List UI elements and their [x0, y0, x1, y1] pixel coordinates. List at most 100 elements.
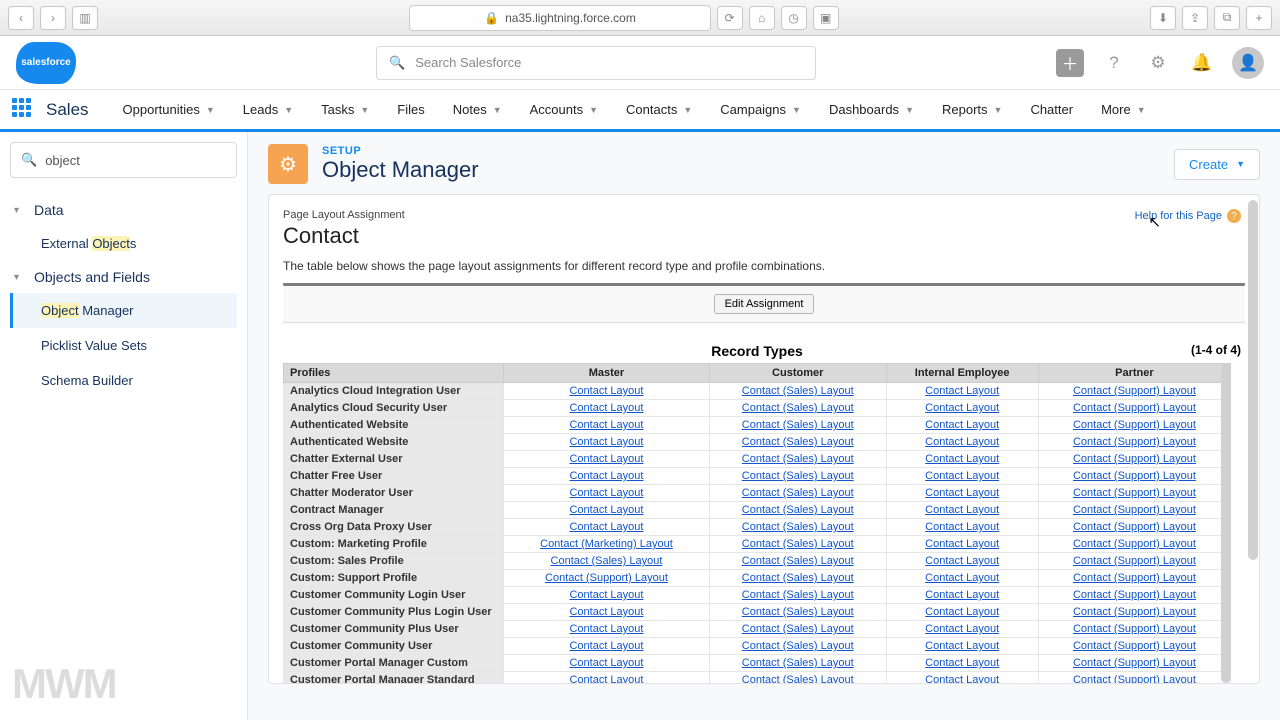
- sidebar-item-schema-builder[interactable]: Schema Builder: [10, 363, 237, 398]
- layout-link[interactable]: Contact (Support) Layout: [1073, 504, 1196, 516]
- edit-assignment-button[interactable]: Edit Assignment: [714, 294, 815, 314]
- back-button[interactable]: ‹: [8, 6, 34, 30]
- layout-link[interactable]: Contact Layout: [569, 623, 643, 635]
- layout-link[interactable]: Contact (Support) Layout: [1073, 385, 1196, 397]
- inner-scrollbar[interactable]: [1221, 363, 1231, 683]
- layout-link[interactable]: Contact (Sales) Layout: [551, 555, 663, 567]
- layout-link[interactable]: Contact Layout: [925, 589, 999, 601]
- layout-link[interactable]: Contact Layout: [569, 504, 643, 516]
- layout-link[interactable]: Contact Layout: [569, 419, 643, 431]
- share-icon[interactable]: ⇪: [1182, 6, 1208, 30]
- layout-link[interactable]: Contact Layout: [925, 419, 999, 431]
- help-for-page-link[interactable]: Help for this Page ?: [1135, 209, 1241, 223]
- layout-link[interactable]: Contact Layout: [569, 657, 643, 669]
- layout-link[interactable]: Contact (Sales) Layout: [742, 640, 854, 652]
- layout-link[interactable]: Contact (Sales) Layout: [742, 674, 854, 683]
- layout-link[interactable]: Contact (Marketing) Layout: [540, 538, 673, 550]
- layout-link[interactable]: Contact Layout: [925, 521, 999, 533]
- nav-item-leads[interactable]: Leads▼: [229, 89, 307, 131]
- layout-link[interactable]: Contact Layout: [925, 453, 999, 465]
- nav-item-tasks[interactable]: Tasks▼: [307, 89, 383, 131]
- sidebar-group-objects-and-fields[interactable]: ▾Objects and Fields: [10, 261, 237, 293]
- layout-link[interactable]: Contact (Sales) Layout: [742, 521, 854, 533]
- layout-link[interactable]: Contact (Support) Layout: [1073, 436, 1196, 448]
- sidebar-item-object-manager[interactable]: Object Manager: [10, 293, 237, 328]
- layout-link[interactable]: Contact Layout: [925, 504, 999, 516]
- layout-link[interactable]: Contact (Support) Layout: [1073, 572, 1196, 584]
- nav-item-chatter[interactable]: Chatter: [1016, 89, 1087, 131]
- layout-link[interactable]: Contact (Support) Layout: [545, 572, 668, 584]
- layout-link[interactable]: Contact (Sales) Layout: [742, 504, 854, 516]
- layout-link[interactable]: Contact Layout: [925, 538, 999, 550]
- layout-link[interactable]: Contact (Sales) Layout: [742, 487, 854, 499]
- layout-link[interactable]: Contact Layout: [569, 385, 643, 397]
- layout-link[interactable]: Contact (Sales) Layout: [742, 589, 854, 601]
- layout-link[interactable]: Contact (Support) Layout: [1073, 555, 1196, 567]
- nav-item-campaigns[interactable]: Campaigns▼: [706, 89, 815, 131]
- downloads-icon[interactable]: ▣: [813, 6, 839, 30]
- global-add-button[interactable]: ＋: [1056, 49, 1084, 77]
- layout-link[interactable]: Contact Layout: [925, 623, 999, 635]
- layout-link[interactable]: Contact (Sales) Layout: [742, 385, 854, 397]
- layout-link[interactable]: Contact Layout: [925, 487, 999, 499]
- layout-link[interactable]: Contact (Support) Layout: [1073, 589, 1196, 601]
- reload-button[interactable]: ⟳: [717, 6, 743, 30]
- sidebar-search[interactable]: 🔍 object: [10, 142, 237, 178]
- layout-link[interactable]: Contact Layout: [569, 640, 643, 652]
- nav-item-more[interactable]: More▼: [1087, 89, 1160, 131]
- nav-item-notes[interactable]: Notes▼: [439, 89, 516, 131]
- layout-link[interactable]: Contact Layout: [569, 521, 643, 533]
- layout-link[interactable]: Contact Layout: [925, 402, 999, 414]
- sidebar-toggle-button[interactable]: ▥: [72, 6, 98, 30]
- forward-button[interactable]: ›: [40, 6, 66, 30]
- layout-link[interactable]: Contact Layout: [925, 572, 999, 584]
- layout-link[interactable]: Contact (Sales) Layout: [742, 419, 854, 431]
- sidebar-item-picklist-value-sets[interactable]: Picklist Value Sets: [10, 328, 237, 363]
- avatar[interactable]: 👤: [1232, 47, 1264, 79]
- history-icon[interactable]: ◷: [781, 6, 807, 30]
- layout-link[interactable]: Contact (Support) Layout: [1073, 521, 1196, 533]
- layout-link[interactable]: Contact (Support) Layout: [1073, 402, 1196, 414]
- home-icon[interactable]: ⌂: [749, 6, 775, 30]
- layout-link[interactable]: Contact (Support) Layout: [1073, 470, 1196, 482]
- layout-link[interactable]: Contact (Support) Layout: [1073, 640, 1196, 652]
- notifications-icon[interactable]: 🔔: [1188, 49, 1216, 77]
- new-tab-button[interactable]: +: [1246, 6, 1272, 30]
- layout-link[interactable]: Contact (Support) Layout: [1073, 487, 1196, 499]
- layout-link[interactable]: Contact Layout: [925, 470, 999, 482]
- nav-item-accounts[interactable]: Accounts▼: [516, 89, 612, 131]
- layout-link[interactable]: Contact (Support) Layout: [1073, 623, 1196, 635]
- layout-link[interactable]: Contact Layout: [925, 606, 999, 618]
- layout-link[interactable]: Contact (Support) Layout: [1073, 538, 1196, 550]
- layout-link[interactable]: Contact Layout: [569, 402, 643, 414]
- layout-link[interactable]: Contact (Sales) Layout: [742, 538, 854, 550]
- outer-scrollbar[interactable]: [1248, 200, 1258, 560]
- app-launcher-icon[interactable]: [12, 98, 36, 122]
- layout-link[interactable]: Contact (Support) Layout: [1073, 606, 1196, 618]
- help-icon[interactable]: ?: [1100, 49, 1128, 77]
- layout-link[interactable]: Contact (Sales) Layout: [742, 453, 854, 465]
- layout-link[interactable]: Contact Layout: [569, 453, 643, 465]
- layout-link[interactable]: Contact (Sales) Layout: [742, 555, 854, 567]
- layout-link[interactable]: Contact (Sales) Layout: [742, 606, 854, 618]
- nav-item-dashboards[interactable]: Dashboards▼: [815, 89, 928, 131]
- global-search[interactable]: 🔍 Search Salesforce: [376, 46, 816, 80]
- layout-link[interactable]: Contact (Support) Layout: [1073, 453, 1196, 465]
- download-indicator-icon[interactable]: ⬇: [1150, 6, 1176, 30]
- layout-link[interactable]: Contact (Sales) Layout: [742, 657, 854, 669]
- sidebar-item-external-objects[interactable]: External Objects: [10, 226, 237, 261]
- layout-link[interactable]: Contact Layout: [569, 470, 643, 482]
- gear-icon[interactable]: ⚙: [1144, 49, 1172, 77]
- layout-link[interactable]: Contact Layout: [925, 555, 999, 567]
- layout-link[interactable]: Contact (Sales) Layout: [742, 436, 854, 448]
- layout-link[interactable]: Contact (Support) Layout: [1073, 674, 1196, 683]
- nav-item-contacts[interactable]: Contacts▼: [612, 89, 706, 131]
- layout-link[interactable]: Contact Layout: [569, 606, 643, 618]
- layout-link[interactable]: Contact Layout: [925, 674, 999, 683]
- layout-link[interactable]: Contact (Sales) Layout: [742, 623, 854, 635]
- url-bar[interactable]: 🔒 na35.lightning.force.com: [409, 5, 710, 31]
- layout-link[interactable]: Contact Layout: [925, 657, 999, 669]
- layout-link[interactable]: Contact (Support) Layout: [1073, 657, 1196, 669]
- sidebar-group-data[interactable]: ▾Data: [10, 194, 237, 226]
- layout-link[interactable]: Contact (Support) Layout: [1073, 419, 1196, 431]
